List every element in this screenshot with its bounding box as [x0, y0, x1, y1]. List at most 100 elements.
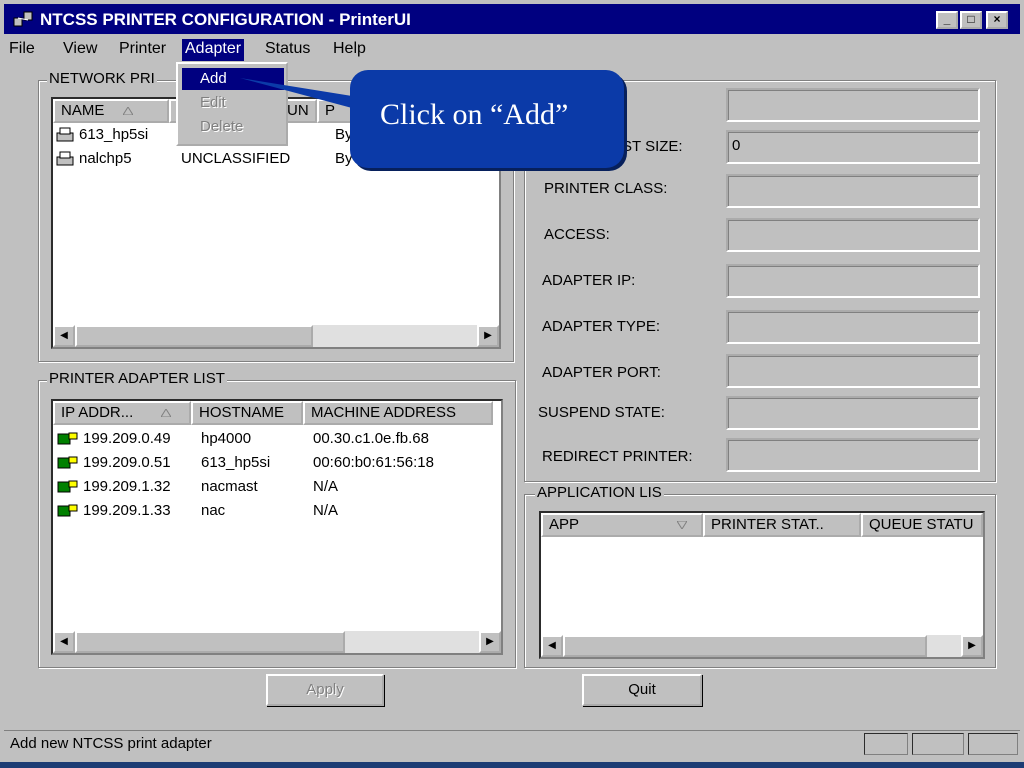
printer-name-field[interactable]: [726, 88, 980, 122]
network-adapter-icon: [57, 432, 78, 445]
adapter-ip: 199.209.1.32: [83, 478, 171, 495]
menu-printer[interactable]: Printer: [116, 39, 169, 61]
header-queue-status-text: QUEUE STATU: [869, 516, 974, 533]
network-adapter-icon: [57, 504, 78, 517]
menu-item-delete[interactable]: Delete: [182, 116, 284, 138]
header-printer-status-text: PRINTER STAT..: [711, 516, 824, 533]
menu-bar: File View Printer Adapter Status Help: [4, 36, 1020, 62]
request-size-field[interactable]: 0: [726, 130, 980, 164]
list-item[interactable]: 613_hp5si By: [55, 123, 353, 147]
scroll-right-icon[interactable]: ▶: [479, 631, 501, 653]
redirect-printer-field[interactable]: [726, 438, 980, 472]
column-header-printer-status[interactable]: PRINTER STAT..: [703, 513, 861, 537]
close-button[interactable]: ×: [986, 11, 1008, 29]
adapter-ip: 199.209.0.51: [83, 454, 171, 471]
app-icon: [13, 11, 33, 27]
application-list-group: APPLICATION LIS APP PRINTER STAT.. QUEUE…: [524, 484, 996, 668]
application-list[interactable]: APP PRINTER STAT.. QUEUE STATU ◀ ▶: [539, 511, 985, 659]
apply-button[interactable]: Apply: [266, 674, 384, 706]
adapter-ip: 199.209.0.49: [83, 430, 171, 447]
adapter-list-group: PRINTER ADAPTER LIST IP ADDR... HOSTNAME…: [38, 370, 516, 668]
status-panel: [864, 733, 908, 755]
header-hostname-text: HOSTNAME: [199, 404, 285, 421]
table-row[interactable]: 199.209.0.49 hp4000 00.30.c1.0e.fb.68: [57, 427, 429, 451]
maximize-button[interactable]: □: [960, 11, 982, 29]
title-bar[interactable]: NTCSS PRINTER CONFIGURATION - PrinterUI …: [4, 4, 1020, 34]
field-label-adapter-ip: ADAPTER IP:: [542, 272, 636, 289]
access-field[interactable]: [726, 218, 980, 252]
sort-up-icon: [160, 408, 173, 418]
window-title: NTCSS PRINTER CONFIGURATION - PrinterUI: [40, 10, 411, 29]
application-list-label: APPLICATION LIS: [535, 484, 664, 501]
scroll-left-icon[interactable]: ◀: [53, 631, 75, 653]
horizontal-scrollbar[interactable]: ◀ ▶: [53, 631, 501, 653]
field-label-access: ACCESS:: [544, 226, 610, 243]
column-header-ip[interactable]: IP ADDR...: [53, 401, 191, 425]
column-header-name[interactable]: NAME: [53, 99, 169, 123]
scroll-left-icon[interactable]: ◀: [541, 635, 563, 657]
header-mac-text: MACHINE ADDRESS: [311, 404, 457, 421]
menu-adapter[interactable]: Adapter: [182, 39, 245, 61]
adapter-list[interactable]: IP ADDR... HOSTNAME MACHINE ADDRESS 199.…: [51, 399, 503, 655]
field-label-printer-class: PRINTER CLASS:: [544, 180, 668, 197]
scroll-right-icon[interactable]: ▶: [961, 635, 983, 657]
adapter-hostname: hp4000: [201, 430, 252, 447]
scroll-left-icon[interactable]: ◀: [53, 325, 75, 347]
adapter-list-label: PRINTER ADAPTER LIST: [47, 370, 227, 387]
adapter-ip: 199.209.1.33: [83, 502, 171, 519]
scroll-right-icon[interactable]: ▶: [477, 325, 499, 347]
sort-up-icon: [121, 106, 134, 116]
scroll-thumb[interactable]: [563, 635, 927, 657]
suspend-state-field[interactable]: [726, 396, 980, 430]
menu-file[interactable]: File: [6, 39, 38, 61]
printer-name: 613_hp5si: [79, 126, 149, 143]
printer-icon: [56, 127, 74, 142]
network-adapter-icon: [57, 456, 78, 469]
field-label-adapter-type: ADAPTER TYPE:: [542, 318, 661, 335]
field-label-redirect-printer: REDIRECT PRINTER:: [542, 448, 693, 465]
column-header-mac[interactable]: MACHINE ADDRESS: [303, 401, 493, 425]
status-text: Add new NTCSS print adapter: [10, 735, 212, 752]
column-header-hostname[interactable]: HOSTNAME: [191, 401, 303, 425]
status-bar: Add new NTCSS print adapter: [4, 730, 1020, 758]
header-ip-text: IP ADDR...: [61, 404, 134, 421]
quit-button[interactable]: Quit: [582, 674, 702, 706]
adapter-ip-field[interactable]: [726, 264, 980, 298]
network-adapter-icon: [57, 480, 78, 493]
column-header-queue-status[interactable]: QUEUE STATU: [861, 513, 983, 537]
printer-config-window: NTCSS PRINTER CONFIGURATION - PrinterUI …: [0, 0, 1024, 762]
header-app-text: APP: [549, 516, 579, 533]
printer-name: nalchp5: [79, 150, 132, 167]
adapter-hostname: nacmast: [201, 478, 258, 495]
callout-pointer: [240, 78, 352, 108]
menu-help[interactable]: Help: [330, 39, 369, 61]
adapter-hostname: 613_hp5si: [201, 454, 271, 471]
menu-status[interactable]: Status: [262, 39, 313, 61]
printer-class-field[interactable]: [726, 174, 980, 208]
horizontal-scrollbar[interactable]: ◀ ▶: [541, 635, 983, 657]
table-row[interactable]: 199.209.1.32 nacmast N/A: [57, 475, 338, 499]
callout-text: Click on “Add”: [380, 98, 569, 131]
menu-view[interactable]: View: [60, 39, 100, 61]
printer-classification: UNCLASSIFIED: [181, 150, 291, 167]
horizontal-scrollbar[interactable]: ◀ ▶: [53, 325, 499, 347]
column-header-app[interactable]: APP: [541, 513, 703, 537]
status-panel: [912, 733, 964, 755]
scroll-thumb[interactable]: [75, 325, 313, 347]
table-row[interactable]: 199.209.0.51 613_hp5si 00:60:b0:61:56:18: [57, 451, 434, 475]
adapter-hostname: nac: [201, 502, 226, 519]
status-panel: [968, 733, 1018, 755]
minimize-button[interactable]: _: [936, 11, 958, 29]
adapter-mac: N/A: [313, 478, 339, 495]
printer-icon: [56, 151, 74, 166]
table-row[interactable]: 199.209.1.33 nac N/A: [57, 499, 338, 523]
adapter-port-field[interactable]: [726, 354, 980, 388]
network-printers-label: NETWORK PRI: [47, 70, 157, 87]
adapter-type-field[interactable]: [726, 310, 980, 344]
scroll-thumb[interactable]: [75, 631, 345, 653]
instruction-callout: Click on “Add”: [350, 70, 624, 168]
adapter-mac: 00.30.c1.0e.fb.68: [313, 430, 429, 447]
header-name-text: NAME: [61, 102, 105, 119]
adapter-mac: N/A: [313, 502, 339, 519]
field-label-adapter-port: ADAPTER PORT:: [542, 364, 661, 381]
